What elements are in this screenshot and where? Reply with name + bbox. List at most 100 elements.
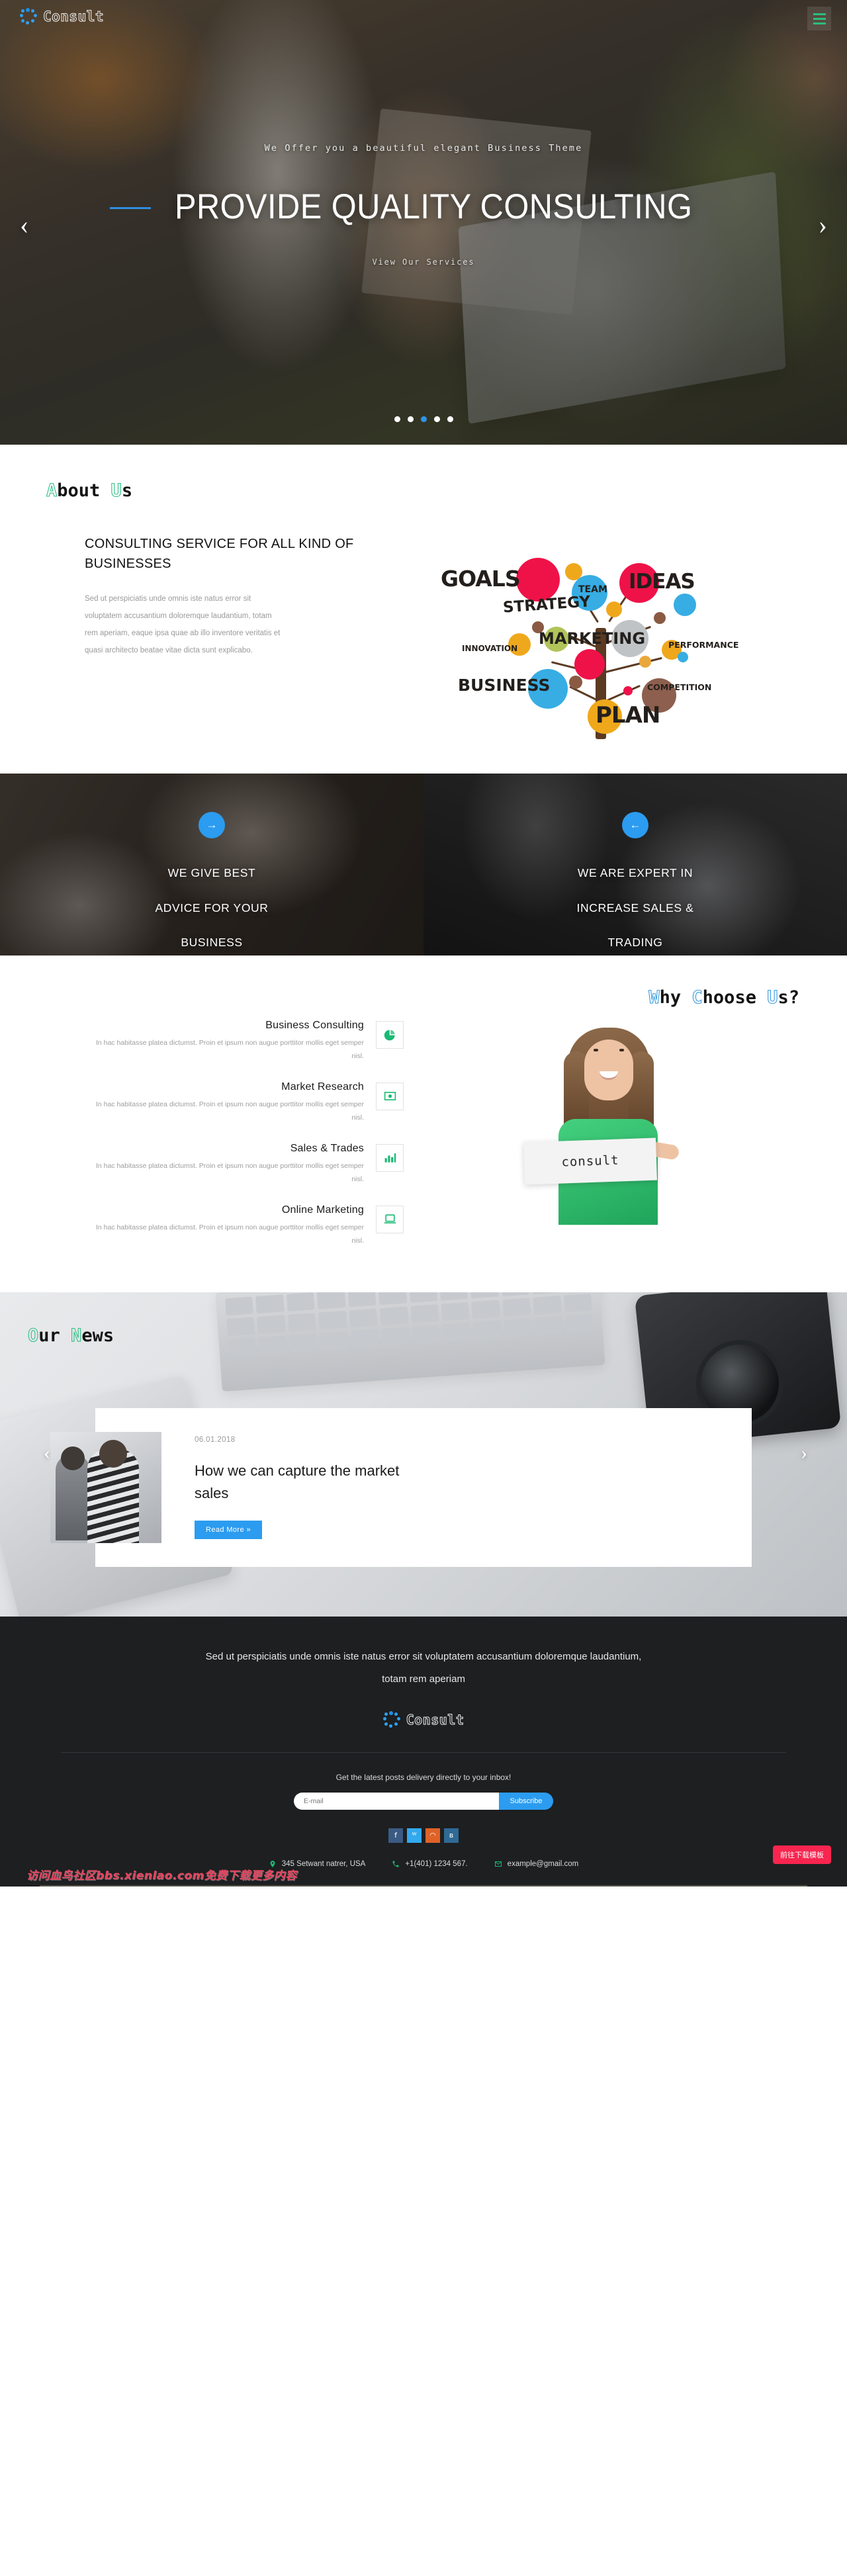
news-thumbnail (50, 1431, 161, 1543)
feature-desc: In hac habitasse platea dictumst. Proin … (95, 1100, 364, 1122)
why-features-col: Business Consulting In hac habitasse pla… (33, 1020, 404, 1266)
read-more-button[interactable]: Read More » (195, 1520, 262, 1539)
hero-dot-5[interactable] (447, 416, 453, 422)
why-image-col: consult (404, 1020, 814, 1238)
hero-cta-link[interactable]: View Our Services (0, 257, 847, 267)
hero-title-row: PROVIDE QUALITY CONSULTING (0, 187, 847, 227)
logo-spinner-icon (20, 8, 37, 25)
phone-icon (392, 1861, 399, 1867)
feature-item[interactable]: Online Marketing In hac habitasse platea… (33, 1204, 404, 1248)
feature-text: Online Marketing In hac habitasse platea… (91, 1204, 376, 1248)
laptop-icon (376, 1205, 404, 1233)
photo-face (584, 1040, 633, 1100)
hero-dot-4[interactable] (433, 416, 440, 422)
email-input[interactable] (294, 1792, 499, 1810)
panel-arrow-left-icon[interactable]: ← (622, 812, 648, 838)
feature-item[interactable]: Business Consulting In hac habitasse pla… (33, 1020, 404, 1063)
about-heading: CONSULTING SERVICE FOR ALL KIND OF BUSIN… (85, 537, 354, 571)
about-image-col: GOALS STRATEGY TEAM IDEAS MARKETING INNO… (404, 529, 814, 747)
feature-item[interactable]: Sales & Trades In hac habitasse platea d… (33, 1143, 404, 1186)
newsletter-form: Subscribe (0, 1792, 847, 1810)
tree-word-business: BUSINESS (458, 676, 551, 695)
news-date: 06.01.2018 (195, 1435, 236, 1444)
panel-line-2: ADVICE FOR YOUR (155, 901, 269, 914)
news-title-rest: ur (38, 1325, 71, 1346)
why-title-tail: s? (778, 987, 799, 1008)
hero-prev-arrow[interactable]: ‹ (20, 212, 28, 238)
panel-line-3: TRADING (607, 936, 663, 949)
bar-chart-icon (376, 1143, 404, 1172)
menu-bar-3 (813, 22, 826, 24)
feature-panels: → WE GIVE BEST ADVICE FOR YOUR BUSINESS … (0, 774, 847, 955)
vk-icon[interactable]: в (444, 1828, 459, 1843)
news-thumb-head-1 (61, 1446, 85, 1470)
footer-divider (61, 1752, 786, 1753)
about-title-tail: s (121, 480, 133, 501)
news-section: Our News 06.01.2018 How we can capture t… (0, 1292, 847, 1617)
tree-word-innovation: INNOVATION (462, 644, 518, 653)
social-links: f ᵂ ◠ в (0, 1828, 847, 1843)
site-watermark: 访问血鸟社区bbs.xienlao.com免费下载更多内容 (26, 1869, 297, 1883)
news-thumb-head-2 (99, 1439, 127, 1468)
feature-title: Sales & Trades (290, 1142, 364, 1154)
news-section-title: Our News (27, 1325, 114, 1346)
news-next-arrow[interactable]: › (801, 1443, 807, 1463)
panel-line-1: WE ARE EXPERT IN (577, 866, 693, 879)
feature-title: Business Consulting (265, 1020, 364, 1031)
feature-desc: In hac habitasse platea dictumst. Proin … (95, 1223, 364, 1245)
tree-blob (574, 649, 605, 680)
footer-logo[interactable]: Consult (0, 1710, 847, 1728)
facebook-icon[interactable]: f (388, 1828, 403, 1843)
menu-toggle-button[interactable] (807, 7, 831, 30)
hero-title-rule (109, 207, 151, 209)
tree-word-performance: PERFORMANCE (668, 640, 739, 650)
about-title-initial-2: U (111, 480, 122, 501)
about-title-rest: bout (57, 480, 111, 501)
feature-desc: In hac habitasse platea dictumst. Proin … (95, 1161, 364, 1184)
subscribe-button[interactable]: Subscribe (499, 1792, 553, 1810)
why-title-rest-2: hoose (702, 987, 768, 1008)
news-headline[interactable]: How we can capture the market sales (195, 1460, 413, 1505)
download-template-badge[interactable]: 前往下载模板 (773, 1845, 831, 1864)
hero-pagination-dots[interactable] (0, 416, 847, 422)
feature-text: Business Consulting In hac habitasse pla… (91, 1020, 376, 1063)
held-sign-text: consult (561, 1153, 619, 1170)
site-footer: Sed ut perspiciatis unde omnis iste natu… (0, 1616, 847, 1887)
about-title-initial: A (46, 480, 58, 501)
why-grid: Business Consulting In hac habitasse pla… (33, 1020, 814, 1266)
news-prev-arrow[interactable]: ‹ (44, 1443, 50, 1463)
hero-dot-2[interactable] (407, 416, 414, 422)
hero-slider: Consult We Offer you a beautiful elegant… (0, 0, 847, 445)
hero-dot-3[interactable] (420, 416, 427, 422)
why-title-rest-1: hy (659, 987, 692, 1008)
newsletter-label: Get the latest posts delivery directly t… (335, 1772, 512, 1782)
held-sign: consult (523, 1137, 658, 1185)
tree-blob (639, 656, 651, 668)
tree-word-plan: PLAN (596, 702, 660, 729)
about-grid: CONSULTING SERVICE FOR ALL KIND OF BUSIN… (33, 529, 814, 747)
feature-item[interactable]: Market Research In hac habitasse platea … (33, 1081, 404, 1125)
business-tree-illustration: GOALS STRATEGY TEAM IDEAS MARKETING INNO… (418, 529, 762, 740)
site-logo[interactable]: Consult (20, 8, 104, 25)
tree-blob (623, 686, 633, 695)
why-title-initial-3: U (767, 987, 778, 1008)
why-wrap: Why Choose Us? Business Consulting In ha… (33, 987, 814, 1266)
panel-advice[interactable]: → WE GIVE BEST ADVICE FOR YOUR BUSINESS (0, 774, 424, 955)
panel-trading[interactable]: ← WE ARE EXPERT IN INCREASE SALES & TRAD… (424, 774, 847, 955)
footer-logo-text: Consult (406, 1711, 465, 1728)
newsletter-block: Get the latest posts delivery directly t… (0, 1773, 847, 1810)
hero-next-arrow[interactable]: › (819, 212, 827, 238)
feature-desc: In hac habitasse platea dictumst. Proin … (95, 1039, 364, 1061)
hero-subtitle: We Offer you a beautiful elegant Busines… (264, 143, 583, 154)
rss-icon[interactable]: ◠ (425, 1828, 440, 1843)
footer-lead-text: Sed ut perspiciatis unde omnis iste natu… (205, 1650, 642, 1685)
why-choose-section: Why Choose Us? Business Consulting In ha… (0, 955, 847, 1292)
panel-arrow-right-icon[interactable]: → (199, 812, 225, 838)
tree-blob (516, 558, 560, 601)
hero-dot-1[interactable] (394, 416, 400, 422)
tree-branch (603, 656, 662, 674)
photo-eye-right (619, 1049, 624, 1051)
tree-word-strategy: STRATEGY (502, 593, 592, 617)
feature-text: Market Research In hac habitasse platea … (91, 1081, 376, 1125)
twitter-icon[interactable]: ᵂ (407, 1828, 422, 1843)
